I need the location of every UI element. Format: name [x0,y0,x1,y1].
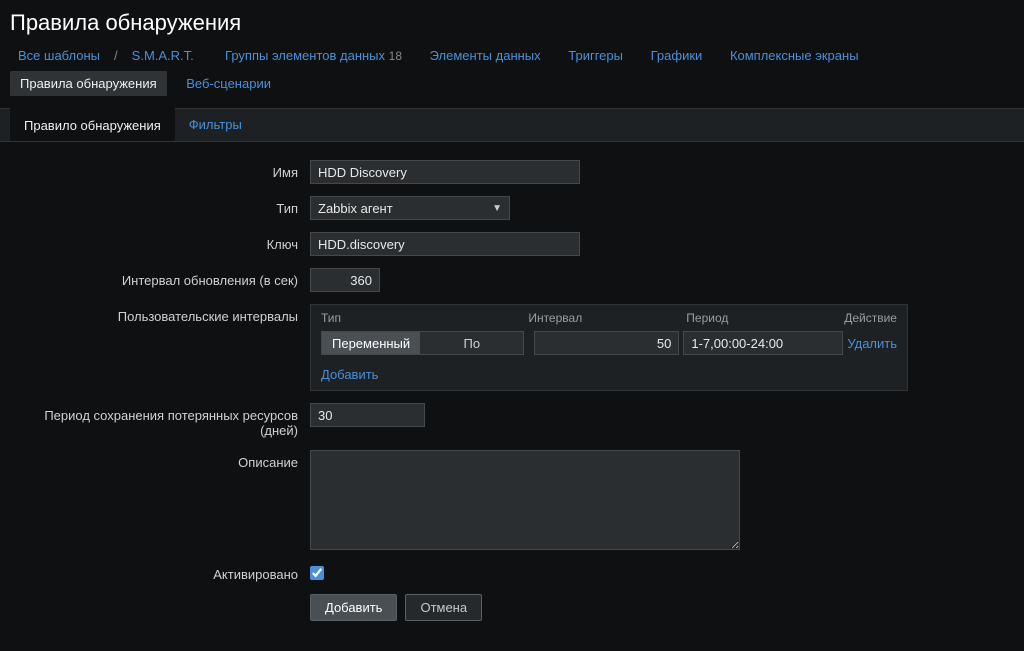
custom-interval-row: Переменный По расписанию Удалить [311,331,907,363]
description-textarea[interactable] [310,450,740,550]
breadcrumb-data-groups[interactable]: Группы элементов данных 18 [217,44,410,67]
interval-value-input[interactable] [534,331,679,355]
ci-head-type: Тип [321,311,528,325]
tabs: Правило обнаружения Фильтры [0,108,1024,142]
custom-intervals-label: Пользовательские интервалы [20,304,310,324]
enabled-label: Активировано [20,562,310,582]
keep-lost-label: Период сохранения потерянных ресурсов (д… [20,403,310,438]
interval-add-link[interactable]: Добавить [321,367,378,382]
name-input[interactable] [310,160,580,184]
add-button[interactable]: Добавить [310,594,397,621]
type-select[interactable]: Zabbix агент ▼ [310,196,510,220]
update-interval-input[interactable] [310,268,380,292]
interval-type-segment: Переменный По расписанию [321,331,524,355]
breadcrumb-triggers[interactable]: Триггеры [560,44,631,67]
custom-intervals-box: Тип Интервал Период Действие Переменный … [310,304,908,391]
breadcrumb-data-groups-count: 18 [389,49,402,63]
ci-head-interval: Интервал [528,311,686,325]
tab-filters[interactable]: Фильтры [175,109,256,141]
key-input[interactable] [310,232,580,256]
breadcrumb-screens[interactable]: Комплексные экраны [722,44,867,67]
breadcrumb-graphs[interactable]: Графики [643,44,711,67]
breadcrumb-template[interactable]: S.M.A.R.T. [124,44,202,67]
chevron-down-icon: ▼ [492,203,502,214]
ci-head-period: Период [686,311,844,325]
breadcrumb-sep: / [112,48,120,63]
breadcrumb-data-groups-label: Группы элементов данных [225,48,385,63]
interval-delete-link[interactable]: Удалить [847,336,897,351]
name-label: Имя [20,160,310,180]
type-label: Тип [20,196,310,216]
breadcrumb: Все шаблоны / S.M.A.R.T. Группы элементо… [0,44,1024,108]
description-label: Описание [20,450,310,470]
interval-type-variable[interactable]: Переменный [322,332,420,354]
key-label: Ключ [20,232,310,252]
page-title: Правила обнаружения [0,0,1024,44]
custom-intervals-head: Тип Интервал Период Действие [311,305,907,331]
breadcrumb-web[interactable]: Веб-сценарии [178,72,279,95]
ci-head-action: Действие [844,311,897,325]
interval-type-schedule[interactable]: По расписанию [420,332,523,354]
breadcrumb-data-items[interactable]: Элементы данных [422,44,549,67]
type-select-value: Zabbix агент [318,201,393,216]
tab-rule[interactable]: Правило обнаружения [10,108,175,141]
form: Имя Тип Zabbix агент ▼ Ключ Интервал обн… [0,142,1024,651]
cancel-button[interactable]: Отмена [405,594,482,621]
breadcrumb-discovery-rules[interactable]: Правила обнаружения [10,71,167,96]
breadcrumb-all-templates[interactable]: Все шаблоны [10,44,108,67]
interval-period-input[interactable] [683,331,843,355]
keep-lost-input[interactable] [310,403,425,427]
update-interval-label: Интервал обновления (в сек) [20,268,310,288]
